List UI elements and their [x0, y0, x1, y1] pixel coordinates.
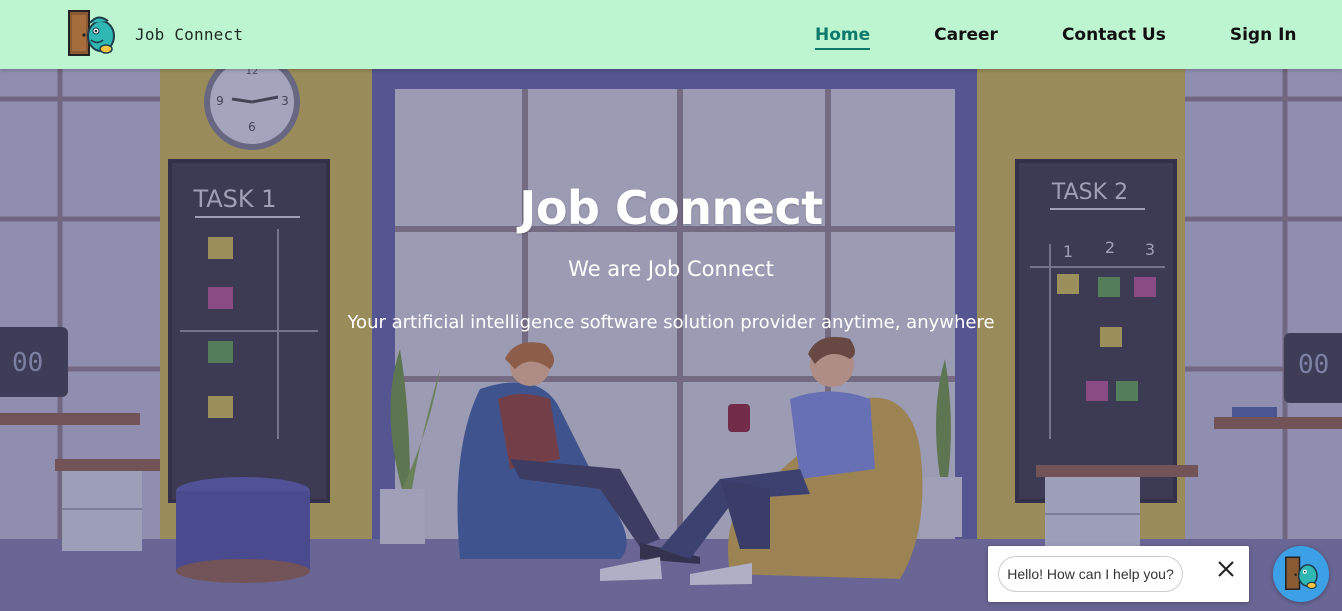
hero-section: 12 3 6 9 TASK 1 TASK 2 1 2 3 00 00 Job C… [0, 69, 1342, 611]
nav-link-sign-in[interactable]: Sign In [1230, 25, 1297, 45]
chat-popup: Hello! How can I help you? [988, 546, 1249, 602]
nav-link-career[interactable]: Career [934, 25, 998, 45]
hero-overlay [0, 69, 1342, 611]
nav-link-home[interactable]: Home [815, 25, 871, 50]
main-nav: Home Career Contact Us Sign In [815, 0, 1297, 69]
brand[interactable]: Job Connect [66, 9, 243, 59]
door-character-icon [68, 10, 115, 56]
hero-title: Job Connect [519, 181, 823, 235]
hero-description: Your artificial intelligence software so… [347, 312, 995, 333]
chat-launcher-button[interactable] [1273, 546, 1329, 602]
close-icon[interactable] [1217, 560, 1235, 578]
navbar: Job Connect Home Career Contact Us Sign … [0, 0, 1342, 69]
chat-greeting-text: Hello! How can I help you? [1007, 566, 1174, 582]
brand-name: Job Connect [135, 24, 244, 44]
door-character-icon [1285, 556, 1318, 590]
chat-greeting-bubble[interactable]: Hello! How can I help you? [998, 556, 1183, 592]
nav-link-contact-us[interactable]: Contact Us [1062, 25, 1166, 45]
hero-subtitle: We are Job Connect [568, 257, 774, 281]
